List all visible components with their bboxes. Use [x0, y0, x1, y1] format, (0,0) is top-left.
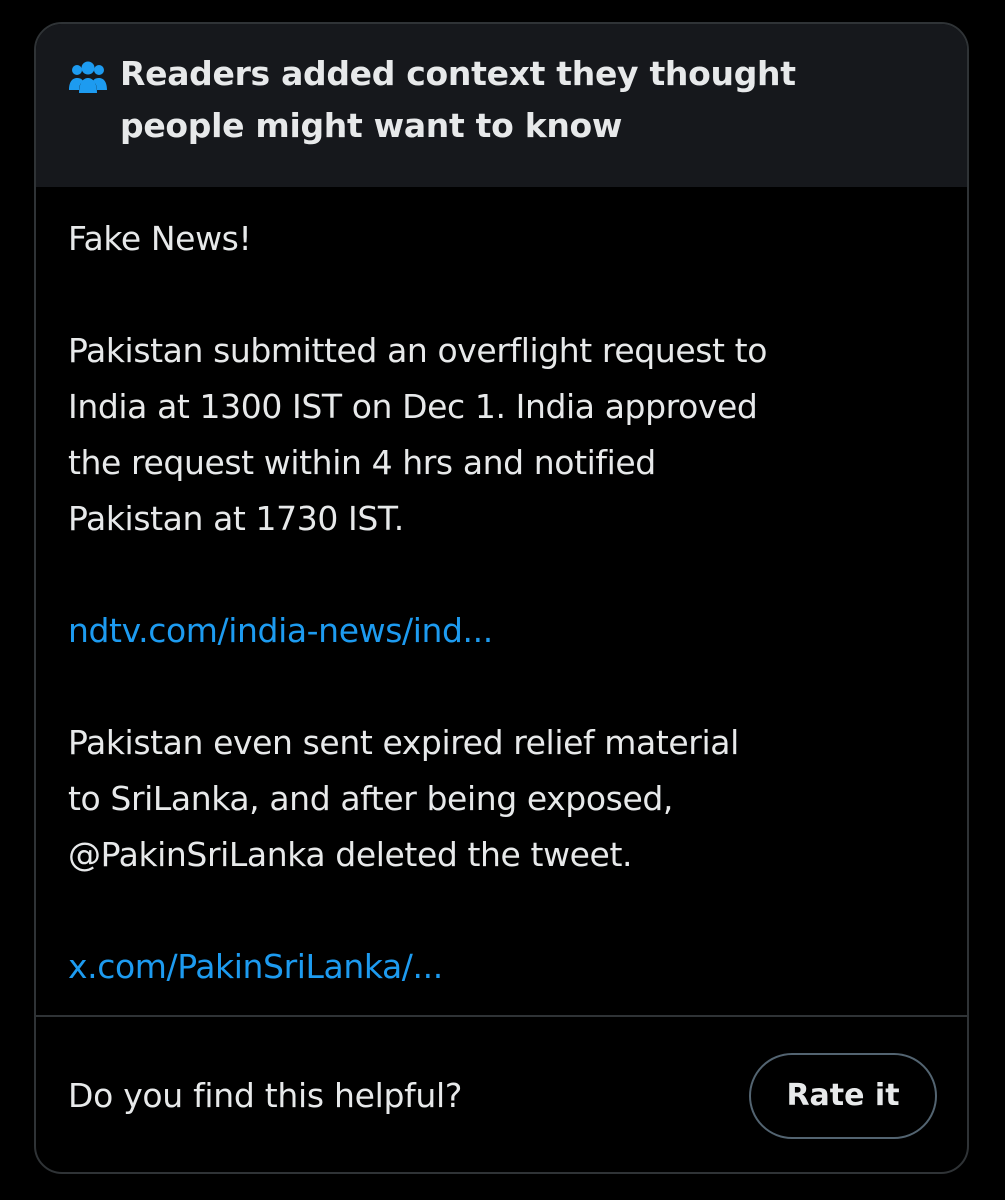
note-text-line: @PakinSriLanka deleted the tweet.: [68, 835, 633, 874]
x-status-link[interactable]: x.com/PakinSriLanka/...: [68, 939, 935, 995]
community-note-card: Readers added context they thought peopl…: [34, 22, 969, 1174]
rate-it-button[interactable]: Rate it: [749, 1052, 937, 1139]
note-text-line: Pakistan even sent expired relief materi…: [68, 723, 739, 762]
note-text-line: Pakistan at 1730 IST.: [68, 499, 404, 538]
note-header: Readers added context they thought peopl…: [36, 24, 967, 187]
note-text-line: to SriLanka, and after being exposed,: [68, 779, 673, 818]
note-header-title: Readers added context they thought peopl…: [120, 54, 796, 145]
helpful-question: Do you find this helpful?: [68, 1076, 463, 1115]
note-text-line: the request within 4 hrs and notified: [68, 443, 656, 482]
ndtv-link[interactable]: ndtv.com/india-news/ind...: [68, 603, 935, 659]
note-text-line: India at 1300 IST on Dec 1. India approv…: [68, 387, 758, 426]
note-text-line: Pakistan submitted an overflight request…: [68, 331, 767, 370]
note-footer: Do you find this helpful? Rate it: [36, 1017, 967, 1172]
note-text-line: Fake News!: [68, 219, 252, 258]
people-icon: [69, 61, 107, 93]
note-body: Fake News! Pakistan submitted an overfli…: [36, 187, 967, 1017]
